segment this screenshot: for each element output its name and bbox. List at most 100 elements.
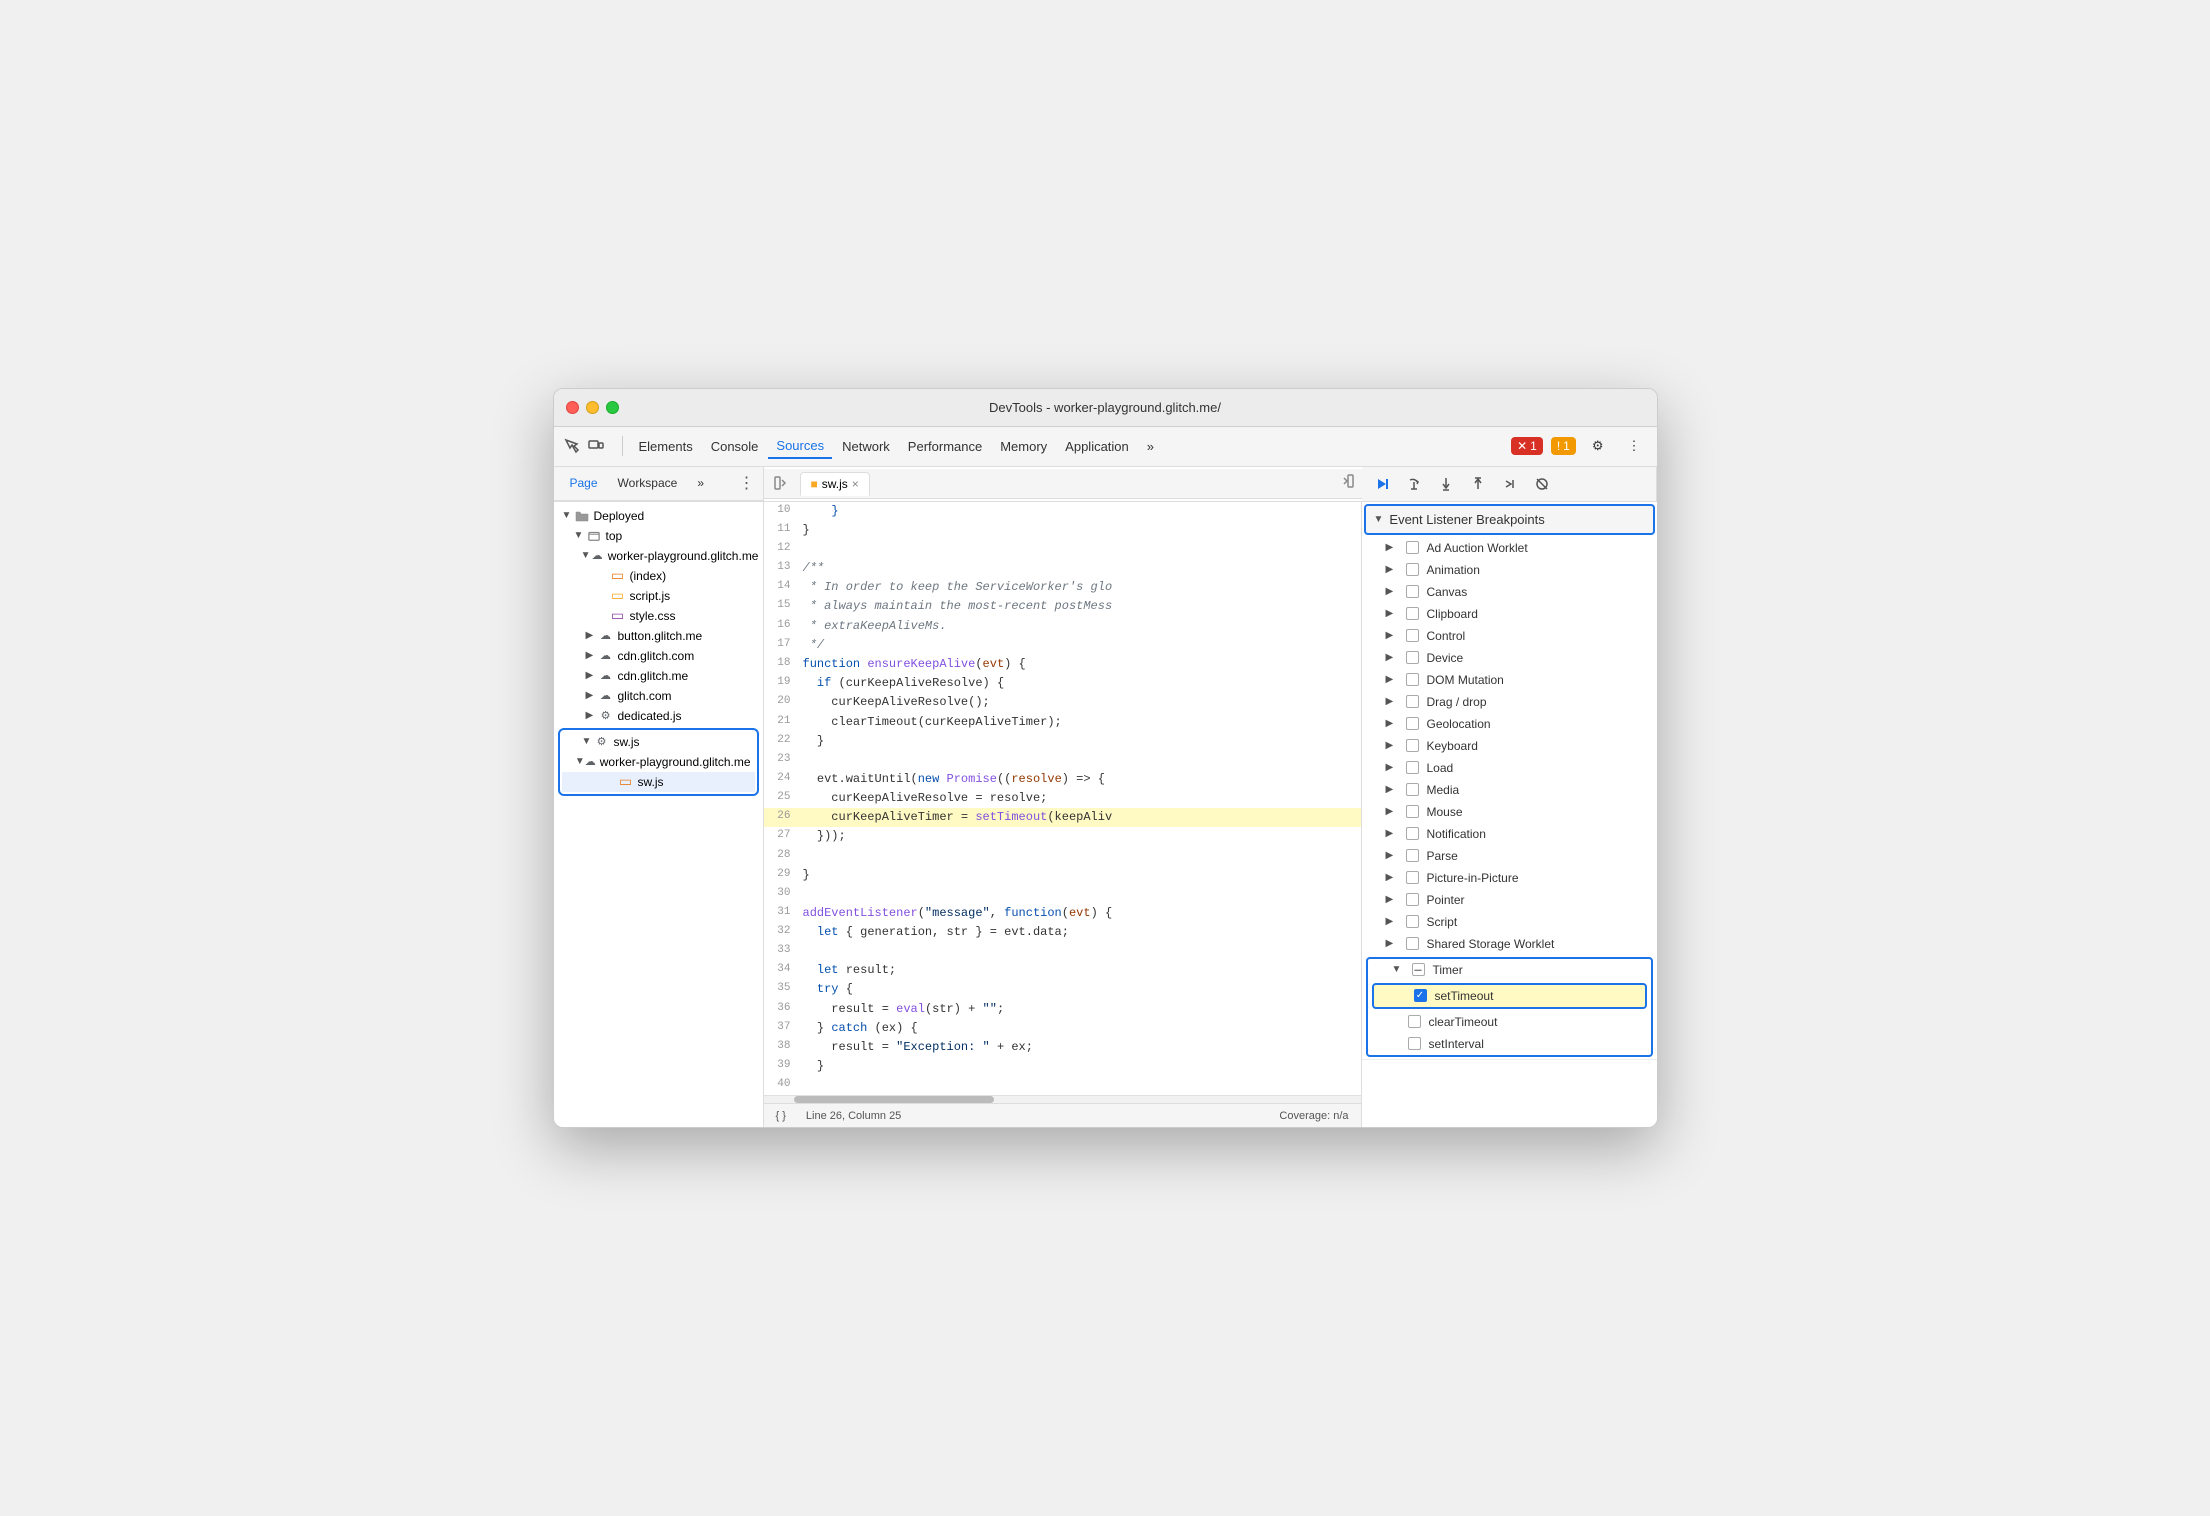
bp-checkbox-media[interactable]: [1406, 783, 1419, 796]
bp-checkbox-pointer[interactable]: [1406, 893, 1419, 906]
bp-item-animation[interactable]: ▶ Animation: [1362, 559, 1657, 581]
event-listener-breakpoints-header[interactable]: ▼ Event Listener Breakpoints: [1364, 504, 1655, 535]
more-options-button[interactable]: ⋮: [1620, 434, 1649, 458]
tab-console[interactable]: Console: [703, 435, 767, 458]
bp-checkbox-pip[interactable]: [1406, 871, 1419, 884]
tree-item-button-glitch[interactable]: ▶ ☁ button.glitch.me: [554, 626, 763, 646]
tree-item-sw-js-child[interactable]: ▭ sw.js: [562, 772, 755, 792]
bp-checkbox-mouse[interactable]: [1406, 805, 1419, 818]
bp-item-settimeout[interactable]: ✓ setTimeout: [1372, 983, 1647, 1009]
collapse-right-icon[interactable]: [1338, 473, 1354, 494]
tab-memory[interactable]: Memory: [992, 435, 1055, 458]
tree-item-top[interactable]: ▼ top: [554, 526, 763, 546]
bp-item-pip[interactable]: ▶ Picture-in-Picture: [1362, 867, 1657, 889]
tree-item-sw-js-parent[interactable]: ▼ ⚙ sw.js: [562, 732, 755, 752]
bp-item-dom-mutation[interactable]: ▶ DOM Mutation: [1362, 669, 1657, 691]
tab-elements[interactable]: Elements: [631, 435, 701, 458]
code-content[interactable]: 10 } 11 } 12 13 /**: [764, 502, 1361, 1096]
bp-item-control[interactable]: ▶ Control: [1362, 625, 1657, 647]
tab-sources[interactable]: Sources: [768, 434, 832, 459]
kebab-icon[interactable]: ⋮: [739, 475, 755, 492]
tree-arrow-top: ▼: [574, 530, 586, 541]
bp-item-cleartimeout[interactable]: clearTimeout: [1368, 1011, 1651, 1033]
step-out-button[interactable]: [1466, 472, 1490, 496]
tree-item-worker-playground-1[interactable]: ▼ ☁ worker-playground.glitch.me: [554, 546, 763, 566]
title-bar: DevTools - worker-playground.glitch.me/: [554, 389, 1657, 427]
inspect-element-icon[interactable]: [562, 436, 582, 456]
bp-checkbox-animation[interactable]: [1406, 563, 1419, 576]
bp-item-drag-drop[interactable]: ▶ Drag / drop: [1362, 691, 1657, 713]
bp-item-ad-auction[interactable]: ▶ Ad Auction Worklet: [1362, 537, 1657, 559]
warning-badge[interactable]: ! 1: [1551, 437, 1576, 455]
bp-item-device[interactable]: ▶ Device: [1362, 647, 1657, 669]
scrollbar-thumb[interactable]: [794, 1096, 994, 1103]
tree-item-cdn-glitch-me[interactable]: ▶ ☁ cdn.glitch.me: [554, 666, 763, 686]
bp-checkbox-timer[interactable]: －: [1412, 963, 1425, 976]
bp-checkbox-notification[interactable]: [1406, 827, 1419, 840]
tree-item-cdn-glitch-com[interactable]: ▶ ☁ cdn.glitch.com: [554, 646, 763, 666]
step-button[interactable]: [1498, 472, 1522, 496]
bp-checkbox-parse[interactable]: [1406, 849, 1419, 862]
step-over-button[interactable]: [1402, 472, 1426, 496]
bp-item-canvas[interactable]: ▶ Canvas: [1362, 581, 1657, 603]
step-into-button[interactable]: [1434, 472, 1458, 496]
editor-tab-sw-js[interactable]: ■ sw.js ×: [800, 472, 870, 496]
bp-checkbox-ad-auction[interactable]: [1406, 541, 1419, 554]
error-badge[interactable]: ✕ 1: [1511, 437, 1543, 455]
tree-item-deployed[interactable]: ▼ Deployed: [554, 506, 763, 526]
tab-workspace[interactable]: Workspace: [610, 473, 686, 493]
tree-item-glitch-com[interactable]: ▶ ☁ glitch.com: [554, 686, 763, 706]
bp-checkbox-geolocation[interactable]: [1406, 717, 1419, 730]
minimize-button[interactable]: [586, 401, 599, 414]
deactivate-breakpoints-button[interactable]: [1530, 472, 1554, 496]
bp-checkbox-dom-mutation[interactable]: [1406, 673, 1419, 686]
bp-checkbox-cleartimeout[interactable]: [1408, 1015, 1421, 1028]
settings-button[interactable]: ⚙: [1584, 434, 1612, 458]
bp-checkbox-canvas[interactable]: [1406, 585, 1419, 598]
bp-item-parse[interactable]: ▶ Parse: [1362, 845, 1657, 867]
bp-checkbox-keyboard[interactable]: [1406, 739, 1419, 752]
bp-item-geolocation[interactable]: ▶ Geolocation: [1362, 713, 1657, 735]
maximize-button[interactable]: [606, 401, 619, 414]
tree-item-worker-playground-2[interactable]: ▼ ☁ worker-playground.glitch.me: [562, 752, 755, 772]
bp-checkbox-clipboard[interactable]: [1406, 607, 1419, 620]
bp-checkbox-script[interactable]: [1406, 915, 1419, 928]
bp-item-shared-storage[interactable]: ▶ Shared Storage Worklet: [1362, 933, 1657, 955]
tab-close-icon[interactable]: ×: [852, 477, 859, 491]
bp-checkbox-shared-storage[interactable]: [1406, 937, 1419, 950]
bp-item-setinterval[interactable]: setInterval: [1368, 1033, 1651, 1055]
bp-item-timer[interactable]: ▼ － Timer: [1368, 959, 1651, 981]
tab-page[interactable]: Page: [562, 473, 606, 493]
secondary-toolbar-kebab[interactable]: ⋮: [739, 473, 755, 493]
resume-button[interactable]: [1370, 472, 1394, 496]
bp-item-clipboard[interactable]: ▶ Clipboard: [1362, 603, 1657, 625]
editor-horizontal-scrollbar[interactable]: [764, 1095, 1361, 1103]
bp-item-pointer[interactable]: ▶ Pointer: [1362, 889, 1657, 911]
bp-item-script[interactable]: ▶ Script: [1362, 911, 1657, 933]
tab-network[interactable]: Network: [834, 435, 898, 458]
device-toggle-icon[interactable]: [586, 436, 606, 456]
code-line-28: 28: [764, 847, 1361, 866]
collapse-left-icon[interactable]: [772, 473, 792, 493]
bp-item-load[interactable]: ▶ Load: [1362, 757, 1657, 779]
tree-item-index[interactable]: ▭ (index): [554, 566, 763, 586]
bp-checkbox-load[interactable]: [1406, 761, 1419, 774]
tree-item-style-css[interactable]: ▭ style.css: [554, 606, 763, 626]
bp-checkbox-setinterval[interactable]: [1408, 1037, 1421, 1050]
tree-item-dedicated-js[interactable]: ▶ ⚙ dedicated.js: [554, 706, 763, 726]
format-button[interactable]: { }: [776, 1110, 786, 1122]
bp-item-notification[interactable]: ▶ Notification: [1362, 823, 1657, 845]
bp-checkbox-control[interactable]: [1406, 629, 1419, 642]
bp-item-keyboard[interactable]: ▶ Keyboard: [1362, 735, 1657, 757]
tree-item-script-js[interactable]: ▭ script.js: [554, 586, 763, 606]
tab-performance[interactable]: Performance: [900, 435, 990, 458]
tab-application[interactable]: Application: [1057, 435, 1137, 458]
bp-checkbox-device[interactable]: [1406, 651, 1419, 664]
bp-checkbox-settimeout[interactable]: ✓: [1414, 989, 1427, 1002]
bp-item-mouse[interactable]: ▶ Mouse: [1362, 801, 1657, 823]
bp-item-media[interactable]: ▶ Media: [1362, 779, 1657, 801]
more-tabs-button[interactable]: »: [1139, 435, 1162, 458]
more-secondary-tabs[interactable]: »: [689, 473, 712, 493]
bp-checkbox-drag-drop[interactable]: [1406, 695, 1419, 708]
close-button[interactable]: [566, 401, 579, 414]
